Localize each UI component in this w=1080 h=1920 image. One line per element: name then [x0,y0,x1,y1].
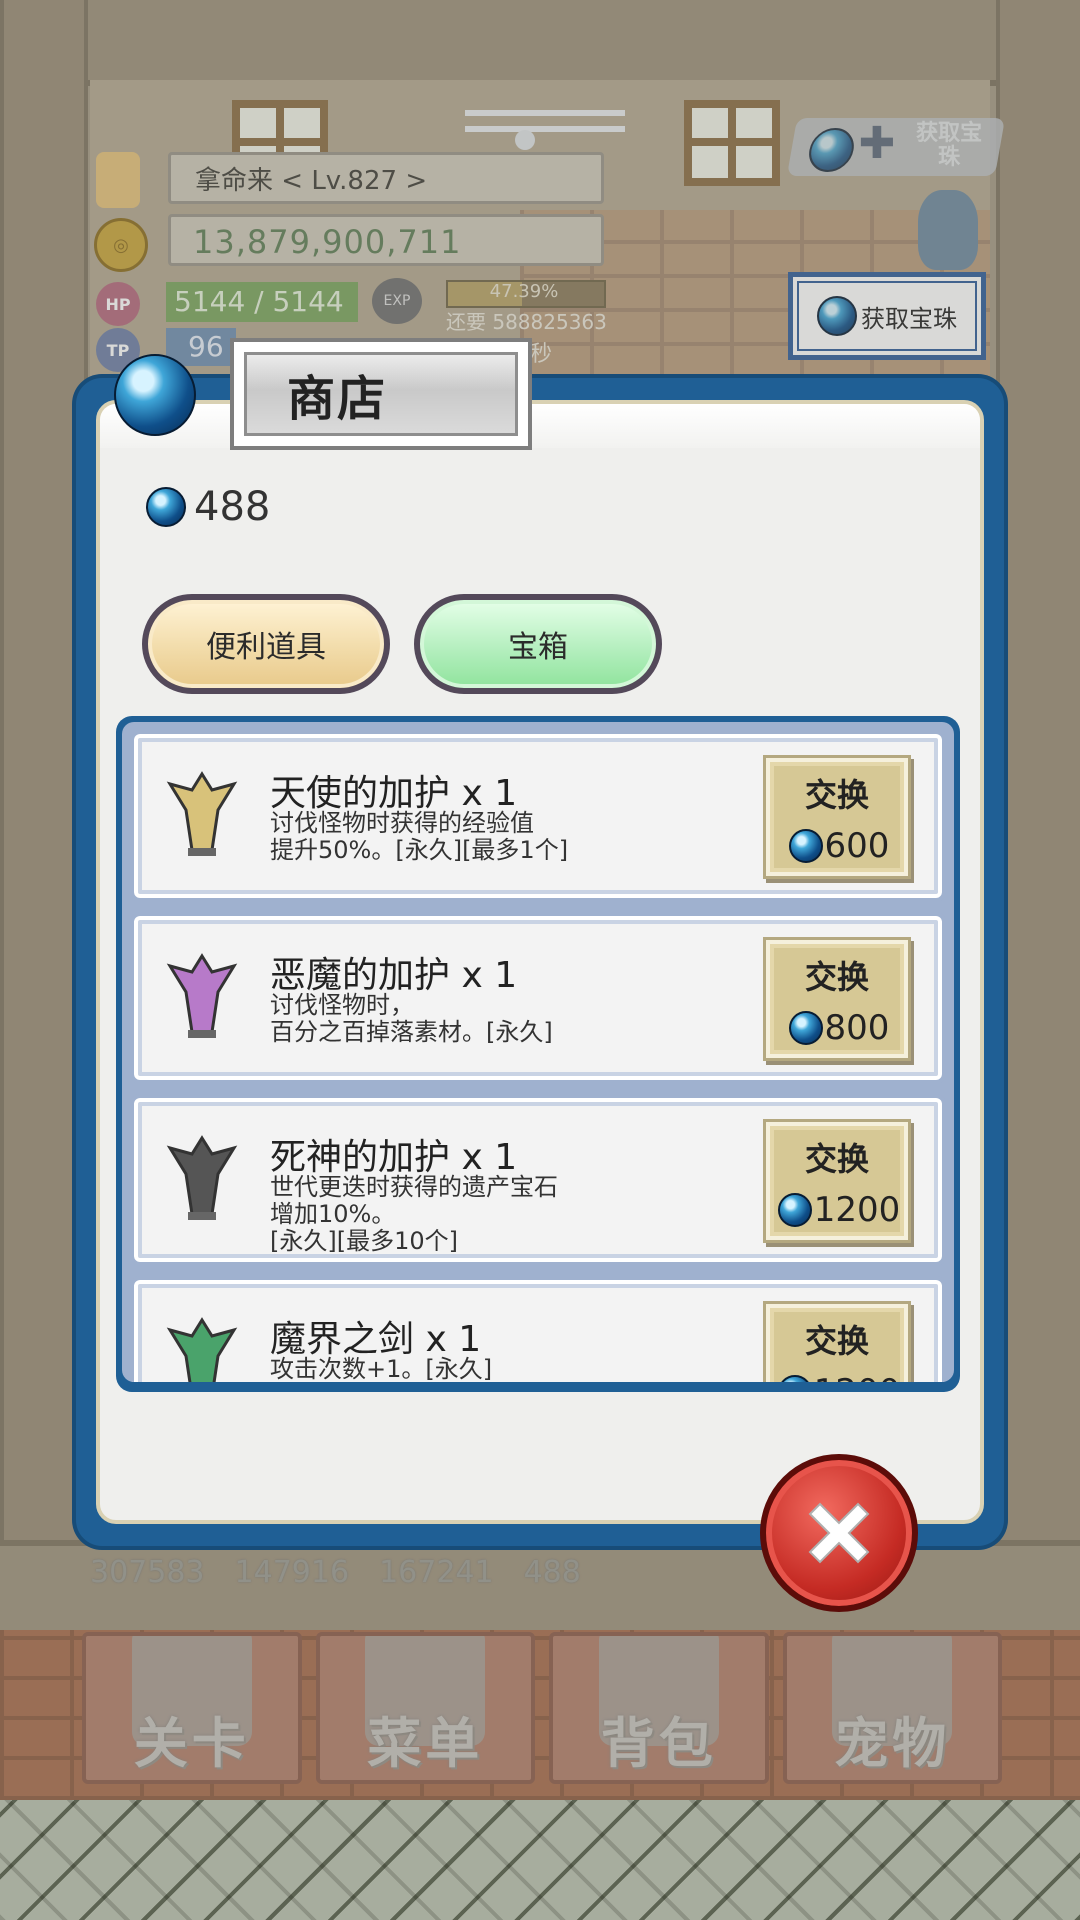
item-description: 世代更迭时获得的遗产宝石 增加10%。 [永久][最多10个] [270,1173,558,1255]
item-statue-icon [166,771,238,856]
gem-icon [146,487,186,527]
gem-icon [777,1193,812,1227]
gem-icon [777,1375,812,1382]
tab-treasure-chest[interactable]: 宝箱 [414,594,662,694]
tab-convenience-items[interactable]: 便利道具 [142,594,390,694]
exchange-label: 交换 [804,1322,869,1360]
exchange-button[interactable]: 交换 800 [766,940,908,1058]
price-value: 800 [824,1008,890,1048]
exchange-price: 600 [772,826,906,866]
exchange-price: 1200 [772,1372,906,1382]
item-description: 攻击次数+1。[永久] [270,1355,493,1383]
exchange-price: 1200 [772,1190,906,1230]
shop-item-row: 魔界之剑 x 1攻击次数+1。[永久]交换1200 [130,1276,946,1382]
price-value: 1200 [813,1190,901,1230]
exchange-button[interactable]: 交换 1200 [766,1304,908,1382]
gem-balance: 488 [146,484,270,530]
exchange-button[interactable]: 交换 1200 [766,1122,908,1240]
shop-item-list-viewport: 天使的加护 x 1 讨伐怪物时获得的经验值 提升50%。[永久][最多1个] 交换 6… [122,722,954,1382]
item-statue-icon [166,1317,238,1382]
exchange-price: 800 [772,1008,906,1048]
shop-item-row: 天使的加护 x 1 讨伐怪物时获得的经验值 提升50%。[永久][最多1个] 交换 6… [130,730,946,902]
price-value: 1200 [814,1372,901,1382]
exchange-label: 交换 [804,958,869,996]
exchange-label: 交换 [804,1140,869,1178]
item-description: 讨伐怪物时， 百分之百掉落素材。[永久] [270,991,553,1046]
shop-item-list[interactable]: 天使的加护 x 1 讨伐怪物时获得的经验值 提升50%。[永久][最多1个] 交换 6… [116,716,960,1392]
price-value: 600 [824,826,890,866]
gem-icon [788,829,823,863]
gem-icon [114,354,196,436]
gem-icon [788,1011,823,1045]
shop-title-plate: 商店 [230,338,532,450]
exchange-label: 交换 [804,776,869,814]
item-statue-icon [166,953,238,1038]
gem-balance-value: 488 [194,484,271,530]
shop-item-row: 恶魔的加护 x 1 讨伐怪物时， 百分之百掉落素材。[永久] 交换 800 [130,912,946,1084]
shop-item-row: 死神的加护 x 1 世代更迭时获得的遗产宝石 增加10%。 [永久][最多10个]… [130,1094,946,1266]
shop-title: 商店 [244,352,518,436]
tiled-floor [0,1800,1080,1920]
close-button[interactable] [760,1454,918,1612]
close-icon [808,1502,870,1564]
item-statue-icon [166,1135,238,1220]
item-description: 讨伐怪物时获得的经验值 提升50%。[永久][最多1个] [270,809,569,864]
exchange-button[interactable]: 交换 600 [766,758,908,876]
